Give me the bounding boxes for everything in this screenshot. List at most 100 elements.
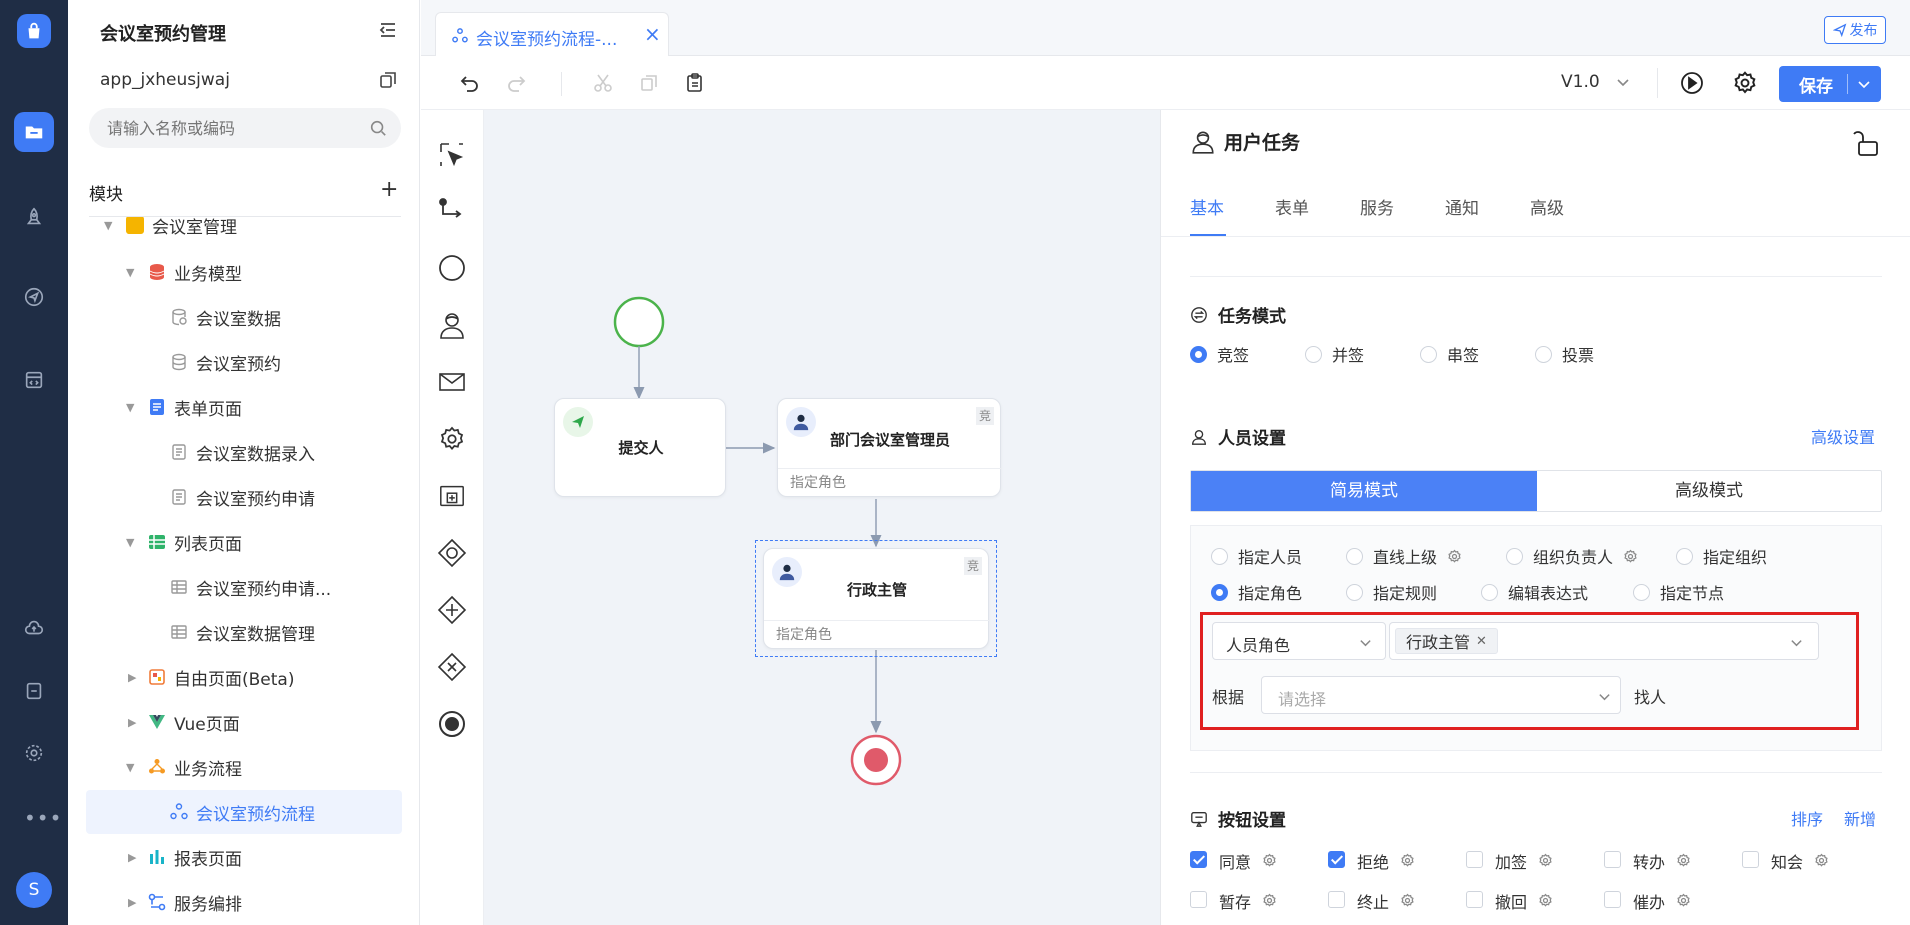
end-event-icon[interactable] [435, 707, 469, 741]
tree-item-free-pages[interactable]: ▶ 自由页面(Beta) [86, 655, 402, 699]
service-task-icon[interactable] [435, 422, 469, 456]
checkbox-terminate[interactable] [1328, 891, 1345, 908]
tree-item-list-pages[interactable]: ▼ 列表页面 [86, 520, 402, 564]
advanced-mode-button[interactable]: 高级模式 [1537, 471, 1881, 511]
settings-icon[interactable] [17, 736, 51, 770]
tree-item-booking-request[interactable]: 会议室预约申请 [86, 475, 402, 519]
checkbox-reject[interactable] [1328, 851, 1345, 868]
cut-icon[interactable] [593, 73, 613, 93]
tree-item-business-flow[interactable]: ▼ 业务流程 [86, 745, 402, 789]
option-expression[interactable]: 编辑表达式 [1481, 580, 1588, 604]
search-box[interactable] [89, 108, 401, 148]
gear-icon[interactable] [1538, 853, 1553, 868]
search-icon[interactable] [369, 119, 387, 137]
checkbox-notify[interactable] [1742, 851, 1759, 868]
tree-item-booking-list[interactable]: 会议室预约申请... [86, 565, 402, 609]
option-specific-rule[interactable]: 指定规则 [1346, 580, 1437, 604]
checkbox-withdraw[interactable] [1466, 891, 1483, 908]
code-window-icon[interactable] [17, 363, 51, 397]
unlock-icon[interactable] [1851, 128, 1881, 158]
node-submitter[interactable]: 提交人 [554, 398, 726, 497]
app-logo-icon[interactable] [17, 14, 51, 48]
checkbox-agree[interactable] [1190, 851, 1207, 868]
gear-icon[interactable] [1814, 853, 1829, 868]
option-specific-node[interactable]: 指定节点 [1633, 580, 1724, 604]
undo-icon[interactable] [459, 73, 481, 95]
add-module-icon[interactable]: + [380, 179, 398, 201]
gear-icon[interactable] [1400, 853, 1415, 868]
tree-item-form-pages[interactable]: ▼ 表单页面 [86, 385, 402, 429]
task-mode-option-2[interactable]: 串签 [1420, 342, 1479, 366]
checkbox-add-sign[interactable] [1466, 851, 1483, 868]
inbox-icon[interactable] [17, 674, 51, 708]
checkbox-urge[interactable] [1604, 891, 1621, 908]
flow-canvas[interactable]: 提交人 竞 部门会议室管理员 指定角色 竞 行政主管 指定角色 [484, 110, 1160, 925]
exclusive-gateway-icon[interactable] [435, 650, 469, 684]
radio-selected[interactable] [1190, 345, 1207, 363]
tab-advanced[interactable]: 高级 [1530, 194, 1564, 219]
select-tool-icon[interactable] [435, 138, 469, 172]
play-icon[interactable] [1679, 70, 1705, 96]
copy-icon[interactable] [639, 73, 659, 93]
paste-icon[interactable] [684, 72, 706, 94]
gear-icon[interactable] [1732, 70, 1758, 96]
option-direct-superior[interactable]: 直线上级 [1346, 544, 1462, 568]
more-icon[interactable]: ••• [24, 806, 62, 830]
copy-icon[interactable] [378, 70, 398, 90]
search-input[interactable] [107, 108, 357, 148]
tab-form[interactable]: 表单 [1275, 194, 1309, 219]
parallel-gateway-icon[interactable] [435, 593, 469, 627]
start-event-icon[interactable] [435, 251, 469, 285]
close-tab-icon[interactable]: × [644, 22, 661, 46]
collapse-menu-icon[interactable] [378, 20, 398, 40]
chevron-down-icon[interactable] [1857, 77, 1871, 91]
node-dept-admin[interactable]: 竞 部门会议室管理员 指定角色 [777, 398, 1002, 497]
tree-item-room-data[interactable]: 会议室数据 [86, 295, 402, 339]
gear-icon[interactable] [1447, 549, 1462, 564]
task-mode-option-0[interactable]: 竞签 [1190, 342, 1249, 366]
simple-mode-button[interactable]: 简易模式 [1191, 471, 1537, 511]
option-specific-person[interactable]: 指定人员 [1211, 544, 1302, 568]
user-task-icon[interactable] [435, 308, 469, 342]
option-specific-role[interactable]: 指定角色 [1211, 580, 1302, 604]
option-specific-org[interactable]: 指定组织 [1676, 544, 1767, 568]
gear-icon[interactable] [1262, 853, 1277, 868]
connect-tool-icon[interactable] [435, 194, 469, 228]
start-event[interactable] [613, 296, 665, 348]
subprocess-icon[interactable] [435, 479, 469, 513]
task-mode-option-1[interactable]: 并签 [1305, 342, 1364, 366]
gear-icon[interactable] [1676, 853, 1691, 868]
tab-basic[interactable]: 基本 [1190, 194, 1224, 219]
user-avatar[interactable]: S [16, 872, 52, 908]
tree-item-vue-pages[interactable]: ▶ Vue页面 [86, 700, 402, 744]
cloud-upload-icon[interactable] [17, 611, 51, 645]
gear-icon[interactable] [1538, 893, 1553, 908]
save-button[interactable]: 保存 [1779, 66, 1881, 102]
rocket-icon[interactable] [17, 200, 51, 234]
gateway-icon[interactable] [435, 536, 469, 570]
tab-booking-flow[interactable]: 会议室预约流程-... × [435, 12, 669, 57]
publish-button[interactable]: 发布 [1824, 16, 1886, 44]
version-select[interactable]: V1.0 [1561, 72, 1630, 92]
option-org-leader[interactable]: 组织负责人 [1506, 544, 1638, 568]
tree-item-service-orchestration[interactable]: ▶ 服务编排 [86, 880, 402, 924]
mail-task-icon[interactable] [435, 365, 469, 399]
tree-item-room-booking[interactable]: 会议室预约 [86, 340, 402, 384]
advanced-settings-link[interactable]: 高级设置 [1811, 424, 1875, 448]
gear-icon[interactable] [1623, 549, 1638, 564]
folder-icon[interactable] [14, 112, 54, 152]
tree-item-report-pages[interactable]: ▶ 报表页面 [86, 835, 402, 879]
tree-item-room-data-mgmt[interactable]: 会议室数据管理 [86, 610, 402, 654]
checkbox-transfer[interactable] [1604, 851, 1621, 868]
tab-notify[interactable]: 通知 [1445, 194, 1479, 219]
send-icon[interactable] [17, 280, 51, 314]
tab-service[interactable]: 服务 [1360, 194, 1394, 219]
tree-item-booking-flow[interactable]: 会议室预约流程 [86, 790, 402, 834]
add-link[interactable]: 新增 [1844, 806, 1876, 830]
sort-link[interactable]: 排序 [1791, 806, 1823, 830]
gear-icon[interactable] [1676, 893, 1691, 908]
redo-icon[interactable] [505, 73, 527, 95]
gear-icon[interactable] [1262, 893, 1277, 908]
tree-item-meeting-mgmt[interactable]: ▼ 会议室管理 [86, 217, 402, 247]
gear-icon[interactable] [1400, 893, 1415, 908]
